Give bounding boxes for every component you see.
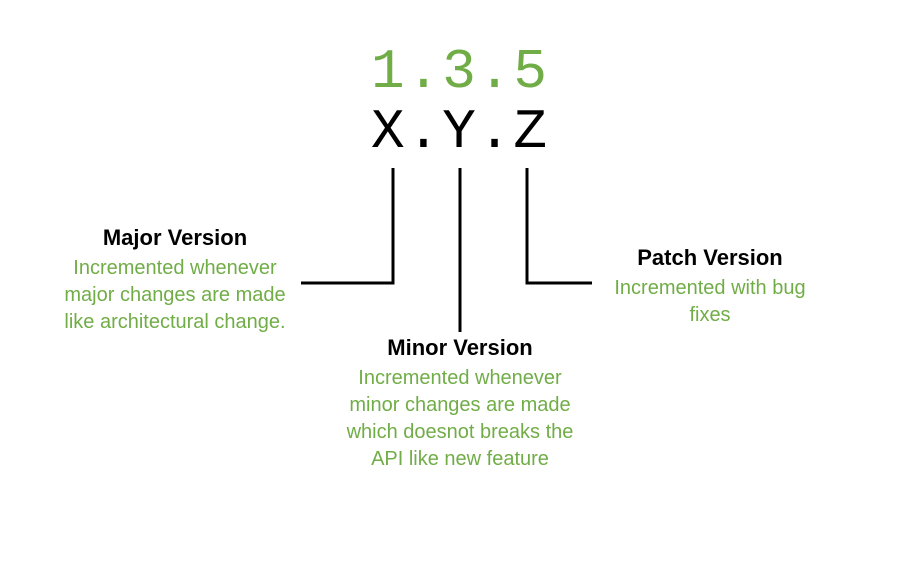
- patch-version-title: Patch Version: [595, 245, 825, 271]
- patch-version-description: Incremented with bug fixes: [595, 275, 825, 329]
- connector-patch: [527, 168, 592, 283]
- connector-major: [301, 168, 393, 283]
- version-example: 1.3.5: [0, 40, 920, 104]
- major-version-title: Major Version: [55, 225, 295, 251]
- major-version-section: Major Version Incremented whenever major…: [55, 225, 295, 336]
- patch-version-section: Patch Version Incremented with bug fixes: [595, 245, 825, 329]
- major-version-description: Incremented whenever major changes are m…: [55, 255, 295, 336]
- version-template: X.Y.Z: [0, 100, 920, 164]
- minor-version-description: Incremented whenever minor changes are m…: [340, 365, 580, 473]
- semver-diagram: 1.3.5 X.Y.Z Major Version Incremented wh…: [0, 0, 920, 575]
- minor-version-section: Minor Version Incremented whenever minor…: [340, 335, 580, 473]
- minor-version-title: Minor Version: [340, 335, 580, 361]
